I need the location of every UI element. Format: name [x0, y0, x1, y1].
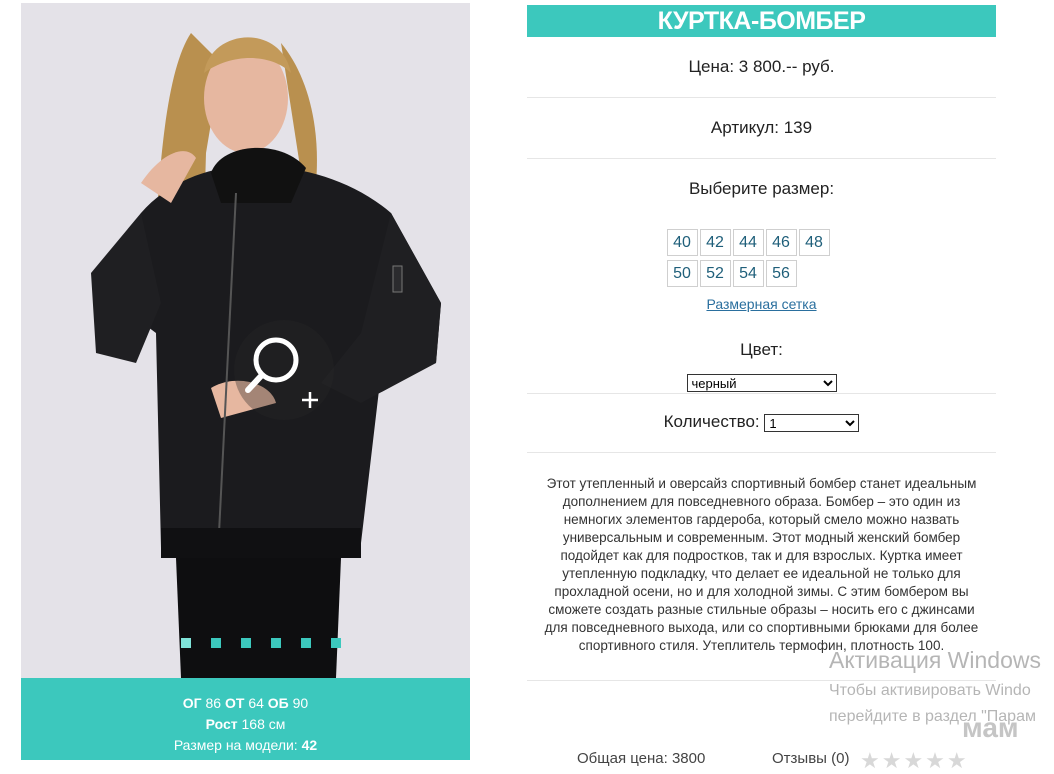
magnifier-plus-icon [245, 337, 318, 408]
model-measure-line: ОГ 86 ОТ 64 ОБ 90 [21, 693, 470, 714]
rating-stars[interactable]: ★★★★★ [860, 748, 969, 774]
quantity-label: Количество: [663, 412, 760, 431]
reviews-link[interactable]: Отзывы (0) [772, 750, 849, 767]
site-watermark-logo: мам [962, 712, 1019, 743]
size-option[interactable]: 44 [732, 229, 764, 256]
height-value: 168 см [241, 716, 286, 732]
size-option[interactable]: 42 [699, 229, 731, 256]
model-measurements: ОГ 86 ОТ 64 ОБ 90 Рост 168 см Размер на … [21, 678, 470, 760]
slide-dot[interactable] [331, 638, 341, 648]
size-chart-link[interactable]: Размерная сетка [527, 296, 996, 312]
total-price: Общая цена: 3800 [577, 750, 706, 767]
product-details: КУРТКА-БОМБЕР Цена: 3 800.-- руб. Артику… [527, 5, 996, 681]
ot-value: 64 [248, 695, 264, 711]
color-label: Цвет: [740, 340, 783, 359]
slide-dot[interactable] [241, 638, 251, 648]
model-size-line: Размер на модели: 42 [21, 735, 470, 756]
product-price: Цена: 3 800.-- руб. [527, 37, 996, 98]
ob-label: ОБ [267, 695, 289, 711]
product-sku: Артикул: 139 [527, 98, 996, 159]
size-option[interactable]: 48 [798, 229, 830, 256]
model-size-label: Размер на модели: [173, 737, 298, 753]
size-option[interactable]: 54 [732, 260, 764, 287]
slide-dot[interactable] [271, 638, 281, 648]
slide-dot[interactable] [181, 638, 191, 648]
size-option[interactable]: 52 [699, 260, 731, 287]
slide-dots [181, 638, 341, 648]
size-option[interactable]: 46 [765, 229, 797, 256]
size-option[interactable]: 56 [765, 260, 797, 287]
slide-dot[interactable] [301, 638, 311, 648]
color-select[interactable]: черный [686, 374, 837, 392]
size-option[interactable]: 50 [666, 260, 698, 287]
quantity-row: Количество: 1 [527, 393, 996, 453]
model-height-line: Рост 168 см [21, 714, 470, 735]
size-option[interactable]: 40 [666, 229, 698, 256]
og-value: 86 [205, 695, 222, 711]
color-select-wrap: черный [527, 374, 996, 393]
ot-label: ОТ [224, 695, 245, 711]
zoom-button[interactable] [234, 320, 334, 420]
slide-dot[interactable] [211, 638, 221, 648]
product-title: КУРТКА-БОМБЕР [527, 5, 996, 37]
product-gallery: ОГ 86 ОТ 64 ОБ 90 Рост 168 см Размер на … [21, 3, 470, 760]
og-label: ОГ [182, 695, 202, 711]
height-label: Рост [205, 716, 238, 732]
quantity-select[interactable]: 1 [764, 413, 860, 432]
watermark-line-1: Активация Windows [829, 647, 1041, 673]
model-size-value: 42 [301, 737, 318, 753]
size-label: Выберите размер: [688, 179, 835, 198]
watermark-line-2: Чтобы активировать Windo [829, 682, 1031, 699]
size-options: 40 42 44 46 48 50 52 54 56 [666, 209, 857, 290]
ob-value: 90 [292, 695, 309, 711]
